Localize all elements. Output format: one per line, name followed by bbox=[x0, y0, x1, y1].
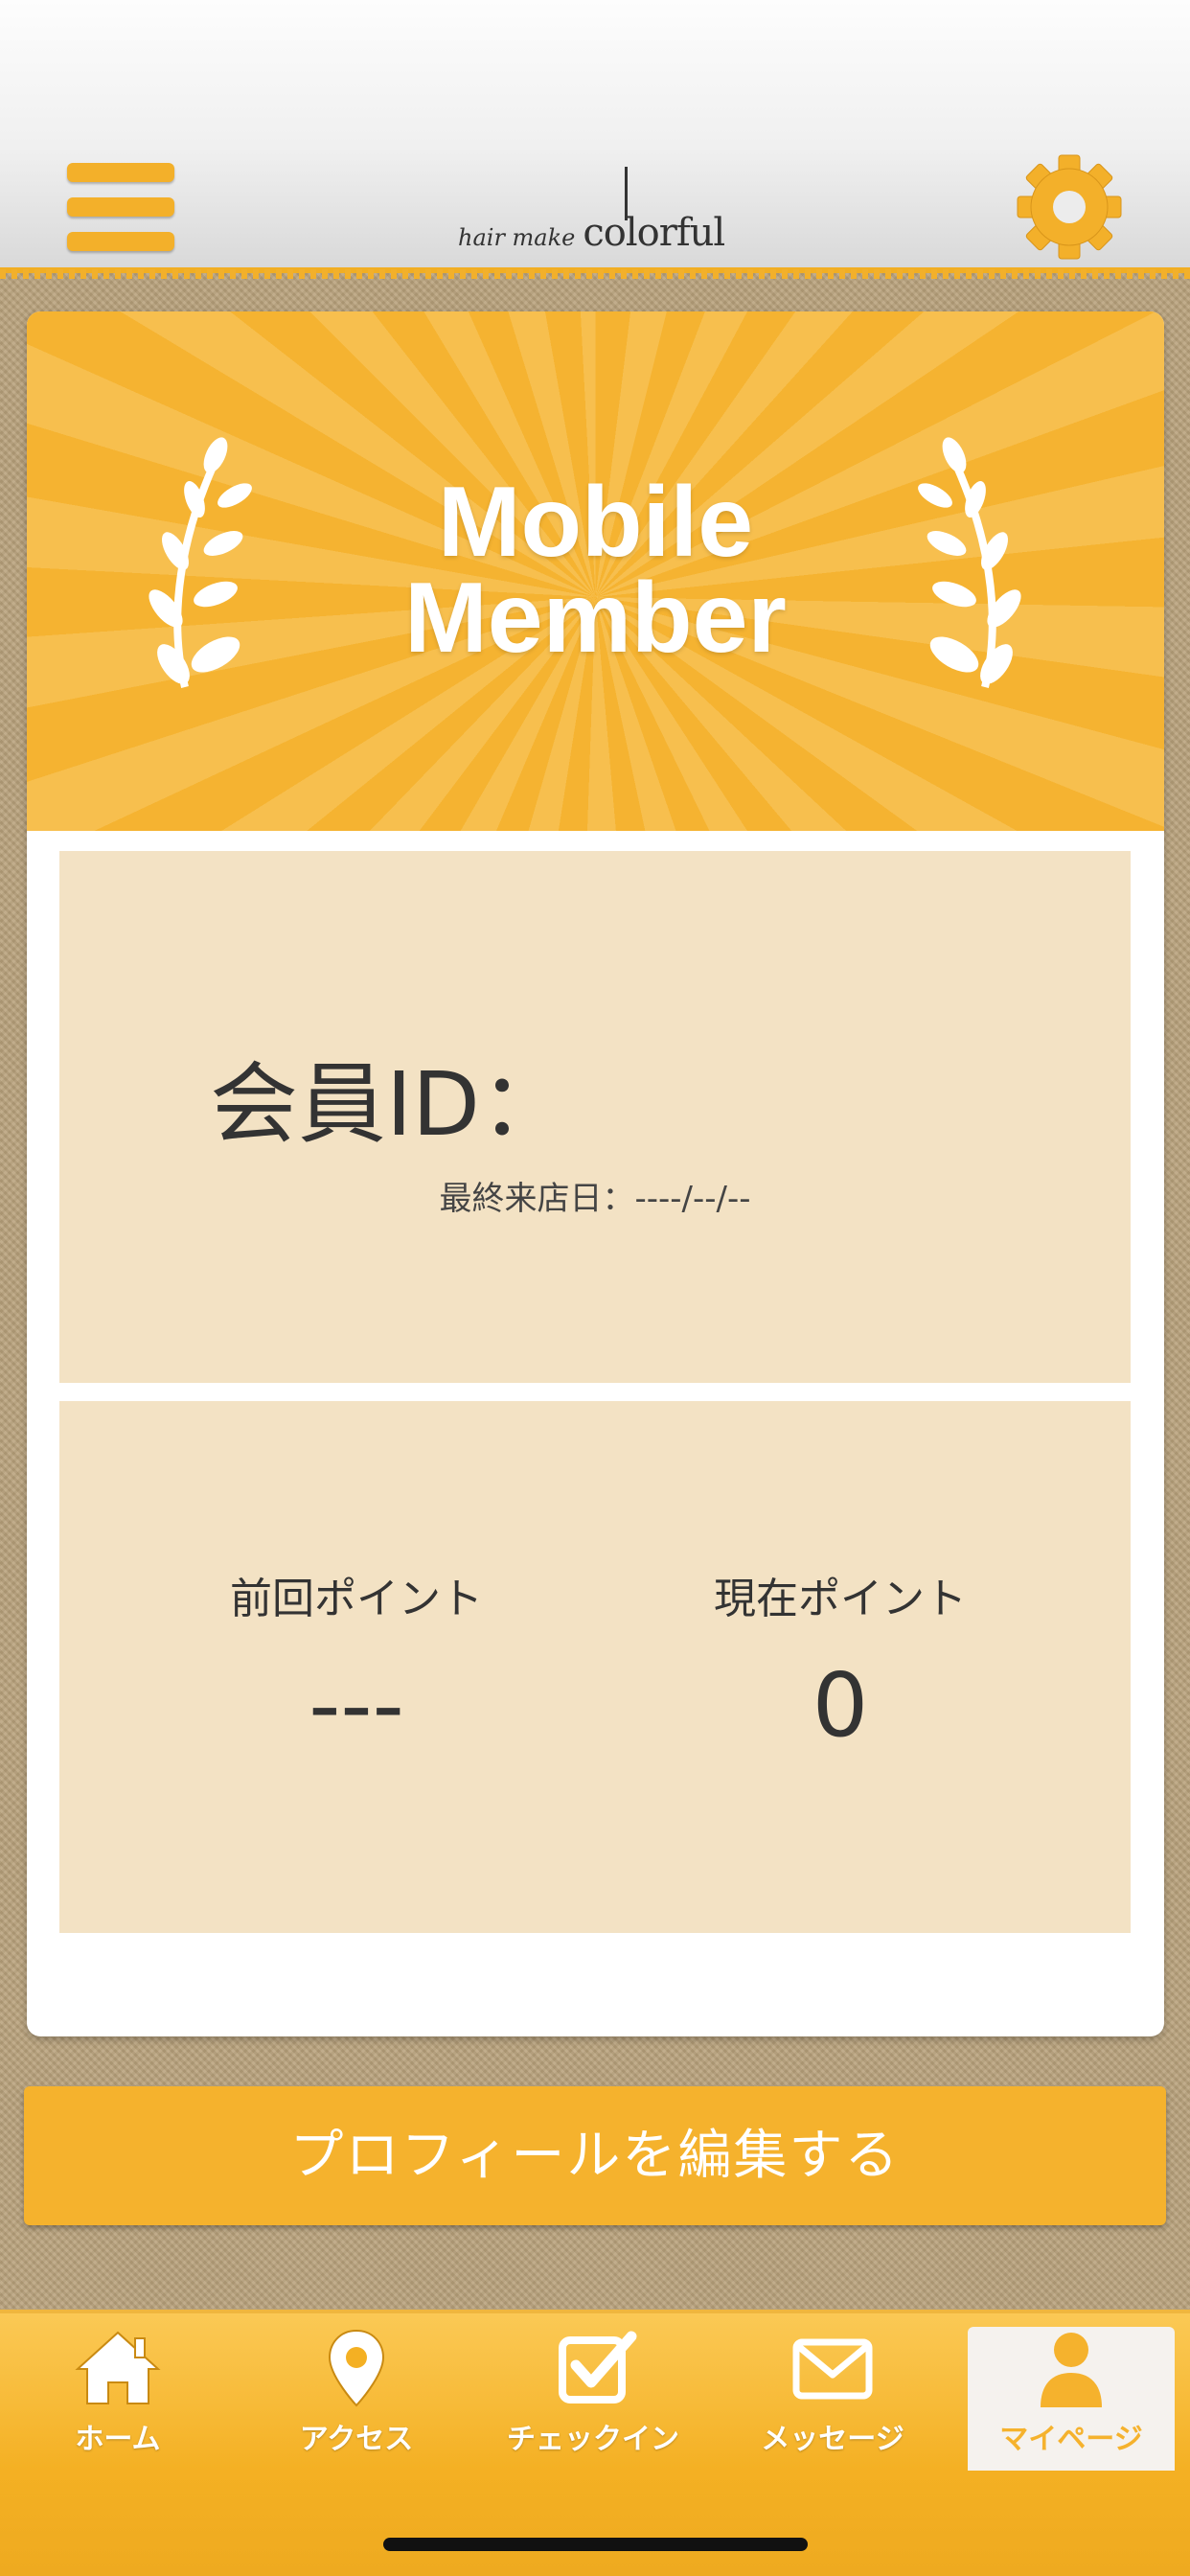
member-id-label: 会員ID： bbox=[210, 1053, 568, 1156]
brand-logo: hair make colorful bbox=[458, 161, 726, 257]
previous-points-label: 前回ポイント bbox=[230, 1575, 483, 1623]
member-id-panel: 会員ID： 最終来店日：----/--/-- bbox=[59, 851, 1131, 1383]
envelope-icon bbox=[792, 2338, 873, 2400]
bottom-tab-bar: ホーム アクセス チェックイン メッセージ マイページ bbox=[0, 2310, 1190, 2576]
map-pin-icon bbox=[328, 2329, 385, 2407]
last-visit-date: 最終来店日：----/--/-- bbox=[439, 1180, 751, 1218]
tab-mypage[interactable]: マイページ bbox=[968, 2327, 1175, 2471]
logo-big-text: colorful bbox=[583, 211, 725, 255]
points-panel: 前回ポイント --- 現在ポイント 0 bbox=[59, 1401, 1131, 1933]
checkbox-icon bbox=[559, 2331, 637, 2404]
tab-mypage-label: マイページ bbox=[999, 2423, 1143, 2456]
tab-home[interactable]: ホーム bbox=[13, 2327, 222, 2469]
home-indicator[interactable] bbox=[383, 2538, 808, 2551]
laurel-right-icon bbox=[918, 437, 1021, 688]
tab-message[interactable]: メッセージ bbox=[728, 2327, 937, 2469]
previous-points: 前回ポイント --- bbox=[126, 1564, 586, 1757]
edit-profile-button[interactable]: プロフィールを編集する bbox=[24, 2086, 1166, 2225]
member-banner: Mobile Member bbox=[27, 311, 1164, 831]
previous-points-value: --- bbox=[309, 1654, 404, 1757]
tab-home-label: ホーム bbox=[75, 2423, 161, 2456]
person-icon bbox=[1041, 2333, 1102, 2407]
tab-access[interactable]: アクセス bbox=[252, 2327, 461, 2469]
app-header: hair make colorful bbox=[0, 0, 1190, 279]
tab-access-label: アクセス bbox=[299, 2423, 414, 2456]
tab-checkin[interactable]: チェックイン bbox=[489, 2327, 698, 2469]
hamburger-menu-icon[interactable] bbox=[67, 163, 174, 255]
tab-checkin-label: チェックイン bbox=[507, 2423, 679, 2456]
member-card: Mobile Member 会員ID： 最終来店日：----/--/-- 前回ポ… bbox=[27, 311, 1164, 2036]
logo-small-text: hair make bbox=[458, 224, 576, 251]
tab-message-label: メッセージ bbox=[761, 2423, 904, 2456]
current-points: 現在ポイント 0 bbox=[610, 1564, 1070, 1757]
current-points-value: 0 bbox=[812, 1654, 869, 1757]
home-icon bbox=[75, 2331, 161, 2404]
current-points-label: 現在ポイント bbox=[714, 1575, 967, 1623]
gear-icon[interactable] bbox=[1016, 153, 1123, 261]
